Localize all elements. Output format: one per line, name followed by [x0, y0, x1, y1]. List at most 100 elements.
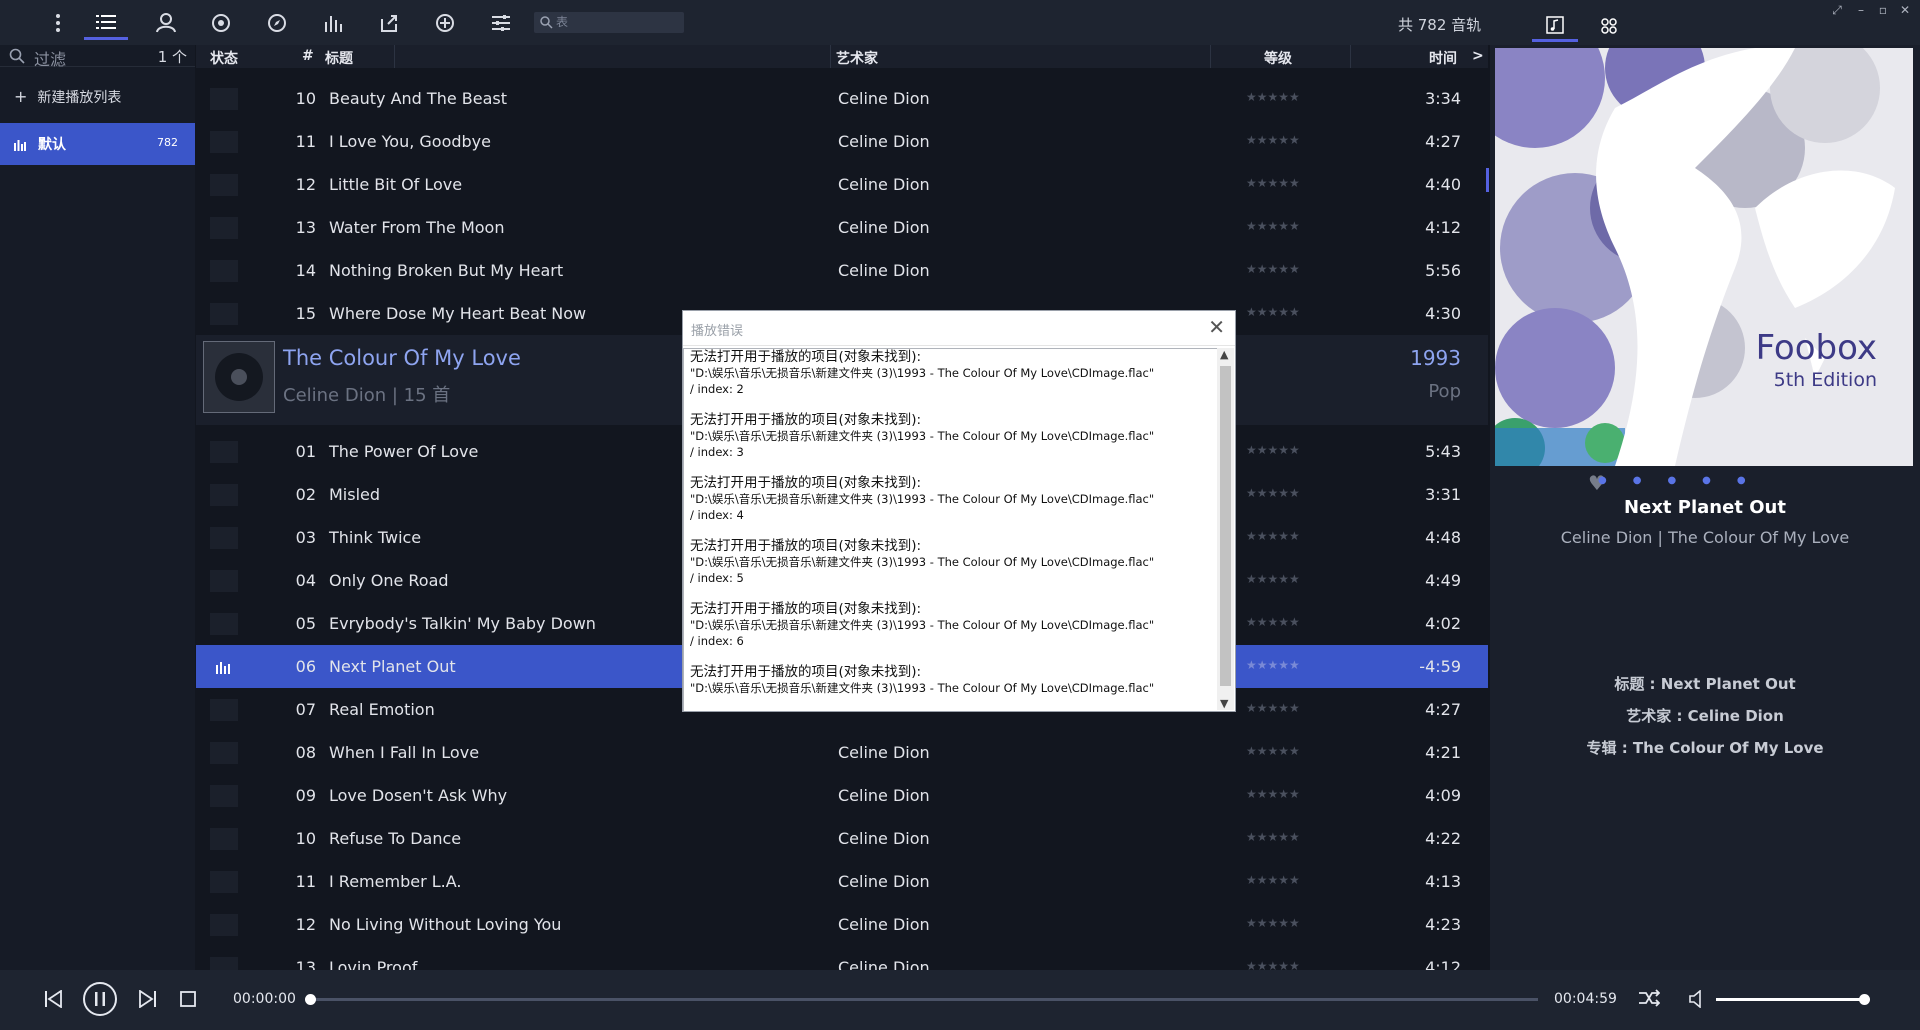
- add-circle-icon[interactable]: [423, 6, 467, 40]
- compass-icon[interactable]: [255, 6, 299, 40]
- search-input[interactable]: 表: [534, 12, 684, 33]
- seek-handle[interactable]: [305, 994, 316, 1005]
- track-number: 12: [295, 915, 316, 934]
- volume-slider[interactable]: [1716, 998, 1864, 1001]
- scroll-up-icon[interactable]: ▲: [1220, 348, 1228, 361]
- scroll-thumb[interactable]: [1220, 366, 1231, 686]
- header-status[interactable]: 状态: [210, 48, 238, 68]
- filter-input[interactable]: 过滤: [34, 46, 66, 70]
- bar-chart-icon[interactable]: [311, 6, 355, 40]
- rating-stars[interactable]: ★★★★★: [1246, 572, 1300, 586]
- table-row[interactable]: 13 Water From The Moon Celine Dion ★★★★★…: [196, 206, 1488, 249]
- volume-icon[interactable]: [1688, 989, 1706, 1012]
- plus-icon: +: [14, 87, 28, 106]
- table-row[interactable]: 14 Nothing Broken But My Heart Celine Di…: [196, 249, 1488, 292]
- error-log[interactable]: 无法打开用于播放的项目(对象未找到): "D:\娱乐\音乐\无损音乐\新建文件夹…: [683, 348, 1219, 711]
- error-message: 无法打开用于播放的项目(对象未找到):: [690, 412, 922, 428]
- previous-track-icon[interactable]: [44, 989, 62, 1012]
- rating-stars[interactable]: ★★★★★: [1246, 916, 1300, 930]
- rating-stars[interactable]: ★★★★★: [1246, 701, 1300, 715]
- track-title: When I Fall In Love: [329, 743, 480, 762]
- next-track-icon[interactable]: [139, 989, 157, 1012]
- table-row[interactable]: 13 Lovin Proof Celine Dion ★★★★★ 4:12: [196, 946, 1488, 970]
- track-title: I Remember L.A.: [329, 872, 462, 891]
- track-title: No Living Without Loving You: [329, 915, 562, 934]
- rating-stars[interactable]: ★★★★★: [1246, 529, 1300, 543]
- pause-button[interactable]: [82, 981, 118, 1021]
- dialog-scrollbar[interactable]: ▲ ▼: [1217, 348, 1234, 710]
- error-path: "D:\娱乐\音乐\无损音乐\新建文件夹 (3)\1993 - The Colo…: [690, 366, 1155, 380]
- list-icon[interactable]: [84, 6, 128, 40]
- rating-stars[interactable]: ★★★★★: [1246, 176, 1300, 190]
- time-current: 00:00:00: [233, 991, 296, 1007]
- minimize-icon[interactable]: –: [1850, 3, 1872, 17]
- track-artist: Celine Dion: [838, 261, 930, 280]
- volume-handle[interactable]: [1859, 994, 1870, 1005]
- header-artist[interactable]: 艺术家: [836, 48, 878, 68]
- rating-stars[interactable]: ★★★★★: [1246, 873, 1300, 887]
- seek-bar[interactable]: [310, 998, 1538, 1001]
- list-scrollbar[interactable]: [1486, 168, 1489, 192]
- header-title[interactable]: 标题: [325, 48, 353, 68]
- rating-stars[interactable]: ★★★★★: [1246, 744, 1300, 758]
- track-title: Beauty And The Beast: [329, 89, 507, 108]
- rating-stars[interactable]: ★★★★★: [1246, 486, 1300, 500]
- row-status: [210, 570, 238, 592]
- dialog-titlebar[interactable]: 播放错误 ✕: [683, 311, 1235, 346]
- grid-view-icon[interactable]: [1586, 10, 1632, 42]
- stop-button[interactable]: [180, 991, 196, 1011]
- rating-stars[interactable]: ★★★★★: [1246, 443, 1300, 457]
- rating-stars[interactable]: ★★★★★: [1246, 830, 1300, 844]
- close-window-icon[interactable]: ✕: [1894, 3, 1916, 17]
- table-row[interactable]: 11 I Remember L.A. Celine Dion ★★★★★ 4:1…: [196, 860, 1488, 903]
- header-time[interactable]: 时间: [1429, 48, 1457, 68]
- sliders-icon[interactable]: [479, 6, 523, 40]
- rating-stars[interactable]: ★★★★★: [1246, 90, 1300, 104]
- table-row[interactable]: 10 Beauty And The Beast Celine Dion ★★★★…: [196, 77, 1488, 120]
- track-title: Where Dose My Heart Beat Now: [329, 304, 587, 323]
- header-num[interactable]: #: [302, 48, 314, 64]
- filter-row[interactable]: 过滤 1 个: [0, 45, 195, 70]
- table-row[interactable]: 12 No Living Without Loving You Celine D…: [196, 903, 1488, 946]
- rating-stars[interactable]: ★★★★★: [1246, 262, 1300, 276]
- music-note-view-icon[interactable]: [1532, 10, 1578, 42]
- header-divider: [394, 45, 395, 68]
- rating-stars[interactable]: ★★★★★: [1246, 787, 1300, 801]
- export-icon[interactable]: [367, 6, 411, 40]
- rating-stars[interactable]: ★★★★★: [1246, 615, 1300, 629]
- track-total-count: 共 782 音轨: [1398, 16, 1482, 34]
- table-row[interactable]: 12 Little Bit Of Love Celine Dion ★★★★★ …: [196, 163, 1488, 206]
- page-dots[interactable]: ●●●●●: [1598, 475, 1772, 486]
- equalizer-icon: [14, 136, 26, 155]
- table-row[interactable]: 10 Refuse To Dance Celine Dion ★★★★★ 4:2…: [196, 817, 1488, 860]
- track-title: Refuse To Dance: [329, 829, 462, 848]
- filter-count: 1 个: [157, 48, 187, 66]
- sidebar-item-default[interactable]: 默认 782: [0, 123, 195, 165]
- table-row[interactable]: 11 I Love You, Goodbye Celine Dion ★★★★★…: [196, 120, 1488, 163]
- menu-dots-icon[interactable]: [36, 6, 80, 40]
- album-title: The Colour Of My Love: [283, 346, 521, 370]
- row-status: [210, 131, 238, 153]
- new-playlist-button[interactable]: + 新建播放列表: [14, 87, 121, 107]
- rating-stars[interactable]: ★★★★★: [1246, 305, 1300, 319]
- rating-stars[interactable]: ★★★★★: [1246, 219, 1300, 233]
- rating-stars[interactable]: ★★★★★: [1246, 959, 1300, 970]
- album-thumbnail: [203, 341, 275, 413]
- person-icon[interactable]: [144, 6, 188, 40]
- shuffle-icon[interactable]: [1638, 989, 1661, 1011]
- expand-icon[interactable]: ⤢: [1826, 3, 1848, 18]
- track-number: 05: [295, 614, 316, 633]
- track-title: Love Dosen't Ask Why: [329, 786, 508, 805]
- rating-stars[interactable]: ★★★★★: [1246, 133, 1300, 147]
- table-row[interactable]: 08 When I Fall In Love Celine Dion ★★★★★…: [196, 731, 1488, 774]
- table-row[interactable]: 09 Love Dosen't Ask Why Celine Dion ★★★★…: [196, 774, 1488, 817]
- rating-stars[interactable]: ★★★★★: [1246, 658, 1300, 672]
- close-icon[interactable]: ✕: [1208, 315, 1225, 339]
- header-rating[interactable]: 等级: [1264, 48, 1292, 68]
- disc-icon[interactable]: [199, 6, 243, 40]
- track-duration: 4:48: [1425, 528, 1461, 547]
- header-more-columns[interactable]: >: [1472, 48, 1484, 64]
- maximize-icon[interactable]: ▫: [1872, 3, 1894, 17]
- top-toolbar: 表 共 782 音轨 ⤢ – ▫ ✕: [0, 0, 1920, 45]
- scroll-down-icon[interactable]: ▼: [1220, 697, 1228, 710]
